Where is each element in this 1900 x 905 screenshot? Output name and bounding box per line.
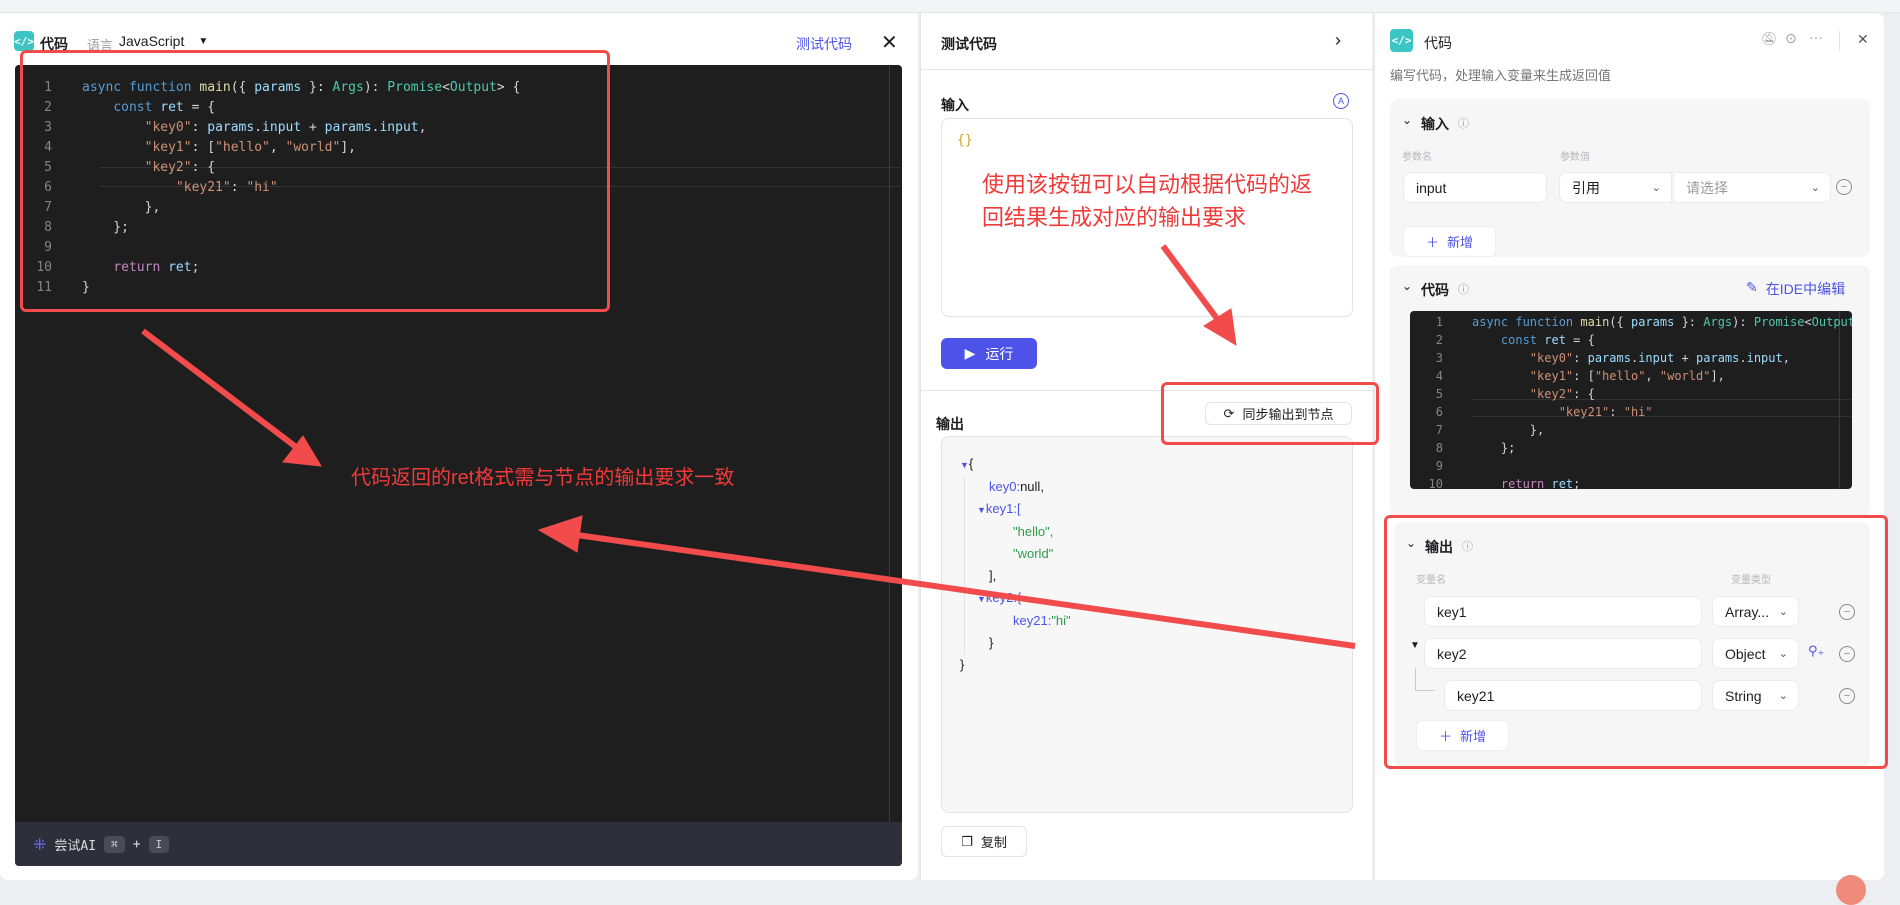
arrow-head [537, 515, 583, 553]
arrow-line [569, 531, 1356, 649]
arrow-line [141, 328, 302, 453]
arrow-head [1203, 308, 1237, 346]
arrow-line [1160, 244, 1227, 330]
annotation-arrows [141, 244, 1356, 649]
